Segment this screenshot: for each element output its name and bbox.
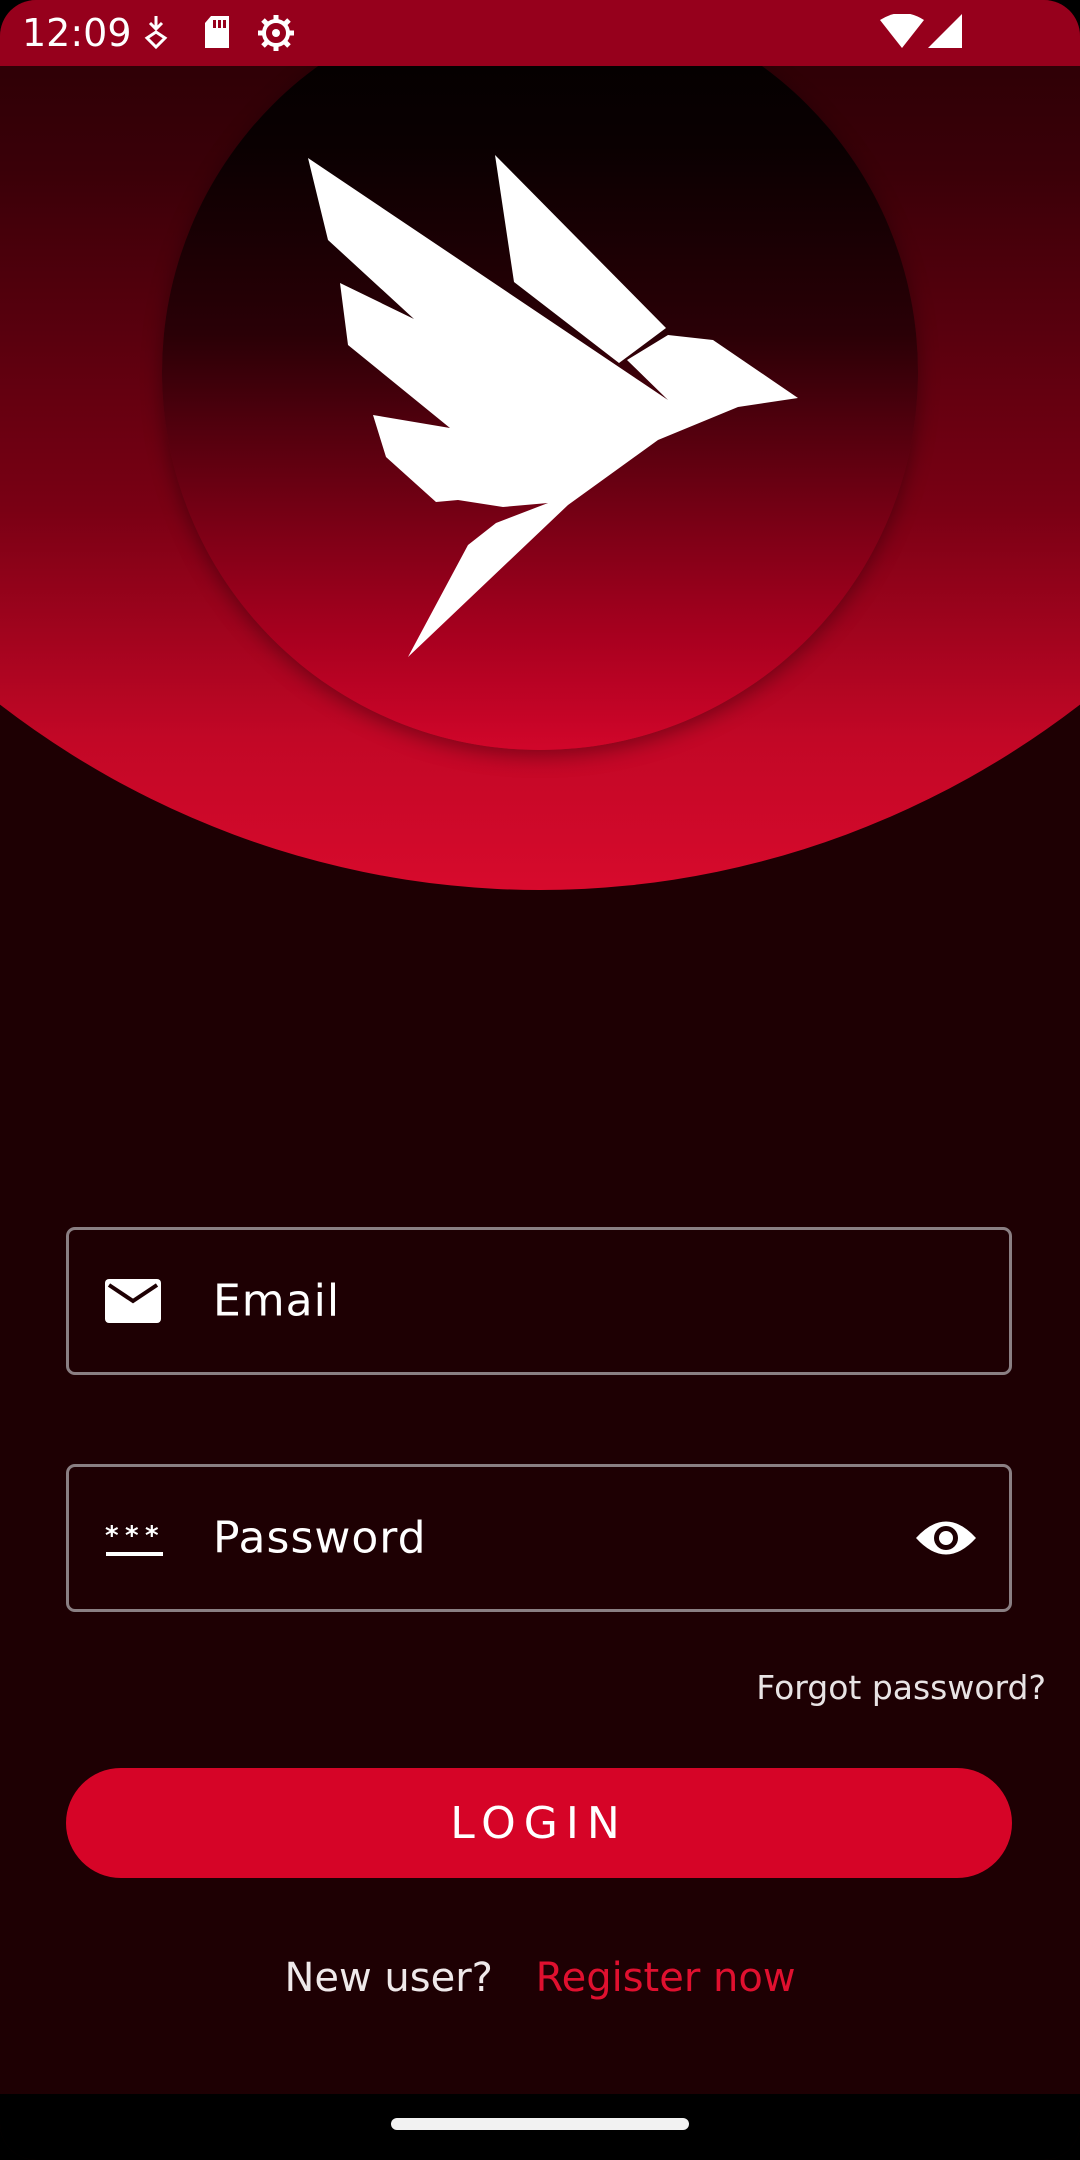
sd-card-icon	[205, 16, 229, 48]
download-arrow-icon	[144, 16, 168, 50]
login-screen: 12:09 Email * * * Password Forgot passwo…	[0, 0, 1080, 2160]
status-time: 12:09	[22, 11, 132, 55]
new-user-label: New user?	[284, 1955, 493, 2001]
home-gesture-handle[interactable]	[391, 2118, 689, 2130]
login-button[interactable]: LOGIN	[66, 1768, 1012, 1878]
svg-text:*: *	[105, 1521, 119, 1551]
envelope-icon	[105, 1279, 161, 1323]
wifi-icon	[880, 14, 924, 48]
eye-icon[interactable]	[915, 1517, 977, 1559]
cell-signal-icon	[928, 14, 962, 48]
bird-logo	[308, 155, 798, 657]
forgot-password-link[interactable]: Forgot password?	[756, 1668, 1046, 1707]
email-field[interactable]: Email	[66, 1227, 1012, 1375]
email-placeholder: Email	[213, 1275, 341, 1327]
password-field[interactable]: * * * Password	[66, 1464, 1012, 1612]
status-bar: 12:09	[0, 0, 1080, 66]
svg-text:*: *	[125, 1521, 139, 1551]
register-row: New user? Register now	[0, 1955, 1080, 2001]
password-placeholder: Password	[213, 1512, 427, 1564]
password-dots-icon: * * *	[105, 1521, 163, 1556]
svg-text:*: *	[145, 1521, 159, 1551]
navigation-bar	[0, 2094, 1080, 2160]
register-now-link[interactable]: Register now	[536, 1955, 796, 2001]
settings-gear-icon	[258, 15, 294, 51]
